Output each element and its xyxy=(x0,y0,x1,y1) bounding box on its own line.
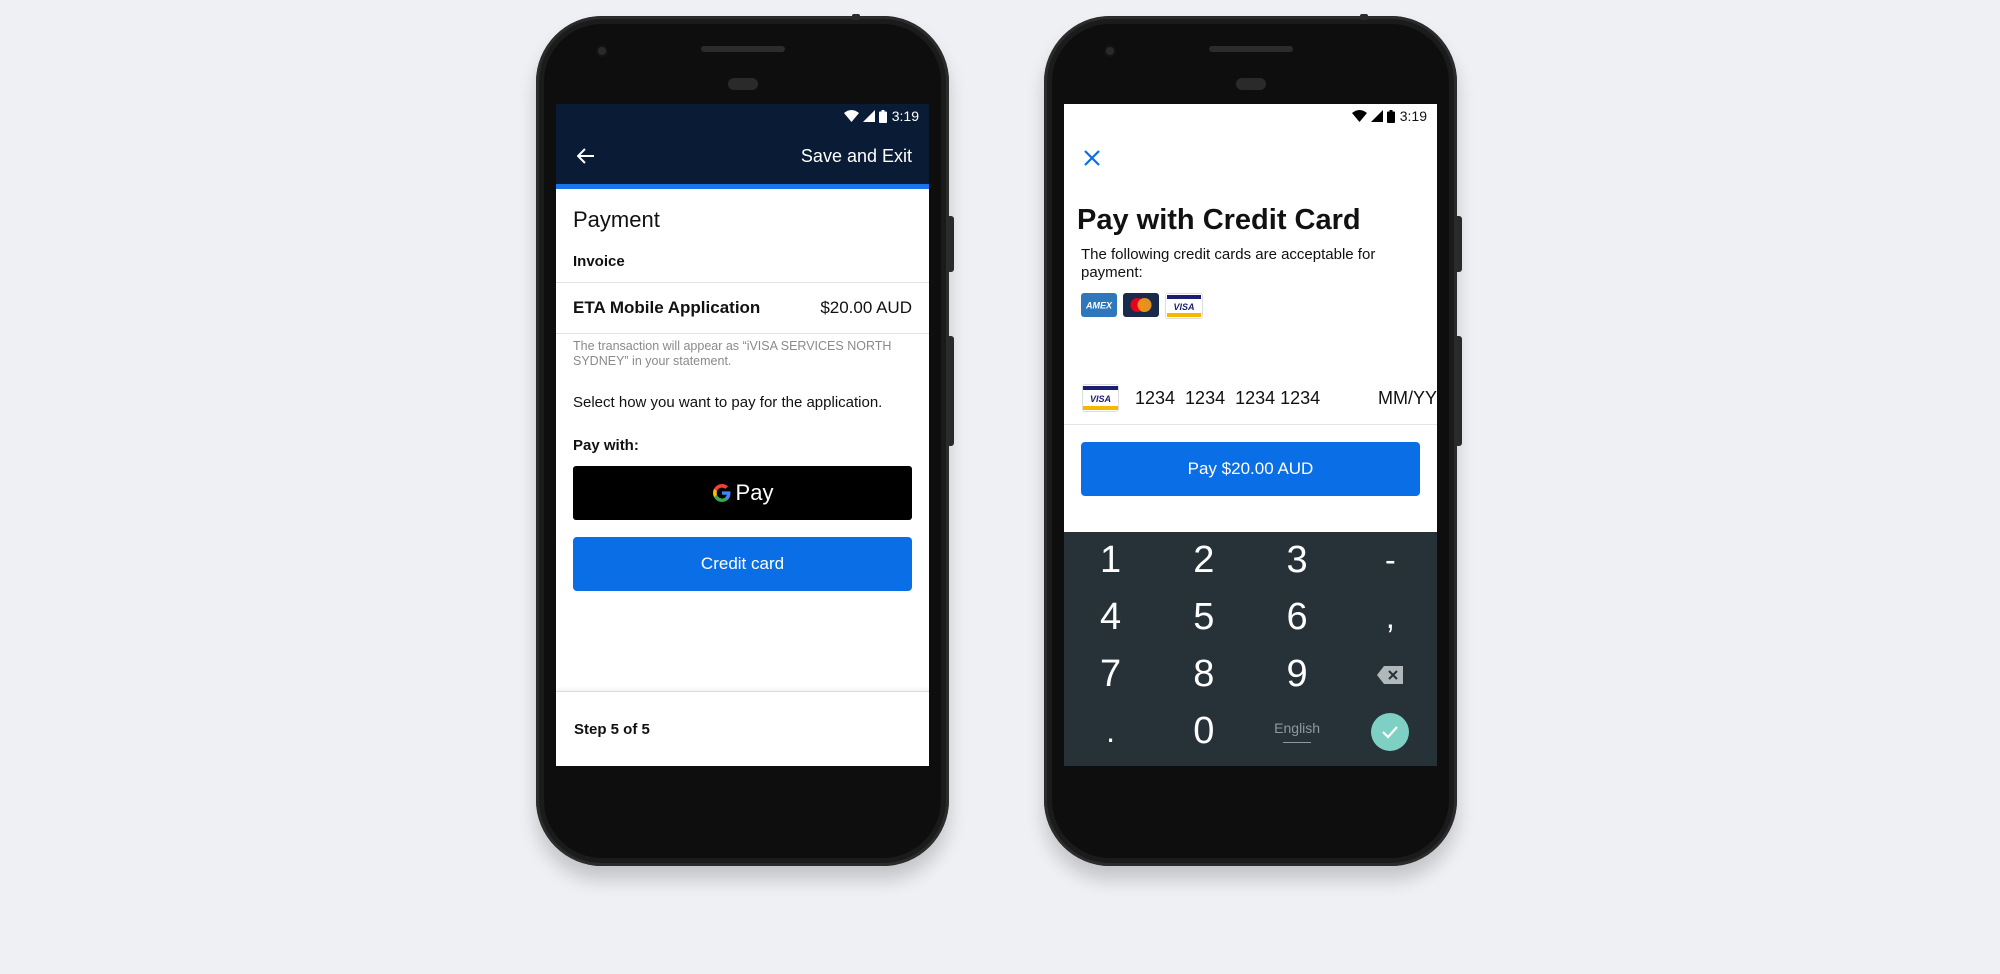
key-4[interactable]: 4 xyxy=(1064,589,1157,646)
numeric-keypad: 1 2 3 - 4 5 6 , 7 8 9 . 0 English xyxy=(1064,532,1437,766)
wifi-icon xyxy=(1351,110,1367,122)
progress-bar xyxy=(556,184,929,189)
app-header: 3:19 Save and Exit xyxy=(556,104,929,189)
invoice-item-name: ETA Mobile Application xyxy=(573,298,761,317)
amex-logo-icon: AMEX xyxy=(1081,293,1117,317)
step-indicator: Step 5 of 5 xyxy=(574,720,650,738)
app-bar: Save and Exit xyxy=(556,128,929,184)
close-icon xyxy=(1084,150,1100,166)
volume-button xyxy=(1457,216,1462,272)
done-button xyxy=(1371,712,1410,751)
statement-note: The transaction will appear as “iVISA SE… xyxy=(573,339,892,368)
key-6[interactable]: 6 xyxy=(1251,589,1344,646)
close-button[interactable] xyxy=(1080,146,1104,170)
key-8[interactable]: 8 xyxy=(1157,646,1250,703)
key-1[interactable]: 1 xyxy=(1064,532,1157,589)
keypad-row: 4 5 6 , xyxy=(1064,589,1437,646)
step-footer: Step 5 of 5 xyxy=(556,691,929,766)
front-camera-icon xyxy=(1106,47,1114,55)
key-7[interactable]: 7 xyxy=(1064,646,1157,703)
page-title: Pay with Credit Card xyxy=(1077,204,1361,236)
accepted-cards-text: The following credit cards are acceptabl… xyxy=(1081,246,1376,281)
pay-button[interactable]: Pay $20.00 AUD xyxy=(1081,442,1420,496)
phone-top-pin xyxy=(852,14,860,20)
language-label: English xyxy=(1274,720,1321,736)
mastercard-logo-icon xyxy=(1123,293,1159,317)
status-bar: 3:19 xyxy=(1064,104,1437,128)
credit-card-screen: 3:19 Pay with Credit Card The following … xyxy=(1064,104,1437,766)
google-pay-button[interactable]: Pay xyxy=(573,466,912,520)
card-number-input[interactable] xyxy=(1135,387,1367,409)
backspace-icon xyxy=(1377,665,1404,684)
language-key[interactable]: English xyxy=(1251,703,1344,760)
phone-top-pin xyxy=(1360,14,1368,20)
battery-icon xyxy=(1386,109,1395,123)
status-bar: 3:19 xyxy=(556,104,929,128)
pay-with-label: Pay with: xyxy=(573,437,639,454)
google-g-icon xyxy=(712,484,731,502)
battery-icon xyxy=(878,109,887,123)
visa-card-icon: VISA xyxy=(1082,384,1119,412)
power-button xyxy=(949,336,954,446)
wifi-icon xyxy=(843,110,859,122)
key-5[interactable]: 5 xyxy=(1157,589,1250,646)
status-time: 3:19 xyxy=(1399,108,1427,124)
key-dash[interactable]: - xyxy=(1344,532,1437,589)
key-0[interactable]: 0 xyxy=(1157,703,1250,760)
checkmark-icon xyxy=(1382,725,1399,739)
phone-frame-left: 3:19 Save and Exit Payment Invoice ETA M… xyxy=(536,14,954,866)
phone-frame-right: 3:19 Pay with Credit Card The following … xyxy=(1044,14,1462,866)
volume-button xyxy=(949,216,954,272)
accepted-card-brands: AMEX VISA xyxy=(1081,293,1203,319)
key-9[interactable]: 9 xyxy=(1251,646,1344,703)
proximity-sensor xyxy=(727,78,758,90)
payment-screen: 3:19 Save and Exit Payment Invoice ETA M… xyxy=(556,104,929,766)
backspace-key[interactable] xyxy=(1344,646,1437,703)
google-pay-label: Pay xyxy=(735,480,774,505)
status-time: 3:19 xyxy=(891,108,919,124)
signal-icon xyxy=(862,110,875,122)
key-dot[interactable]: . xyxy=(1064,703,1157,760)
invoice-label: Invoice xyxy=(573,253,625,270)
earpiece-speaker xyxy=(1208,46,1293,52)
signal-icon xyxy=(1370,110,1383,122)
svg-text:VISA: VISA xyxy=(1090,394,1111,404)
invoice-row: ETA Mobile Application $20.00 AUD xyxy=(556,282,929,334)
page-title: Payment xyxy=(573,207,660,232)
invoice-amount: $20.00 AUD xyxy=(820,298,912,317)
svg-text:AMEX: AMEX xyxy=(1085,301,1113,311)
expiry-input[interactable] xyxy=(1367,387,1437,409)
key-comma[interactable]: , xyxy=(1344,589,1437,646)
card-entry-row: VISA xyxy=(1064,372,1437,425)
proximity-sensor xyxy=(1235,78,1266,90)
save-and-exit-link[interactable]: Save and Exit xyxy=(801,146,912,167)
key-2[interactable]: 2 xyxy=(1157,532,1250,589)
earpiece-speaker xyxy=(700,46,785,52)
payment-instruction: Select how you want to pay for the appli… xyxy=(573,394,883,411)
keypad-row: . 0 English xyxy=(1064,703,1437,760)
arrow-left-icon xyxy=(577,148,594,164)
svg-text:VISA: VISA xyxy=(1173,302,1194,312)
keypad-row: 7 8 9 xyxy=(1064,646,1437,703)
visa-logo-icon: VISA xyxy=(1165,293,1203,319)
key-3[interactable]: 3 xyxy=(1251,532,1344,589)
done-key[interactable] xyxy=(1344,703,1437,760)
credit-card-button[interactable]: Credit card xyxy=(573,537,912,591)
keypad-row: 1 2 3 - xyxy=(1064,532,1437,589)
back-button[interactable] xyxy=(574,144,598,168)
power-button xyxy=(1457,336,1462,446)
language-underline xyxy=(1283,742,1312,743)
front-camera-icon xyxy=(598,47,606,55)
